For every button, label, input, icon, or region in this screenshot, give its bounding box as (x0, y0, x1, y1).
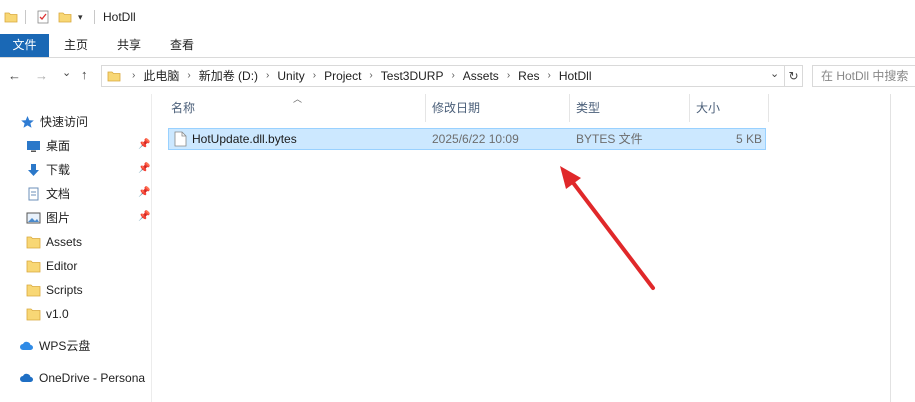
pin-icon: 📌 (138, 187, 151, 198)
column-header-type[interactable]: 类型 (570, 94, 690, 122)
breadcrumb-assets[interactable]: Assets (463, 66, 499, 86)
ribbon-tabs: 文件 主页 共享 查看 (0, 34, 915, 58)
breadcrumb-this-pc[interactable]: 此电脑 (143, 66, 179, 86)
nav-label: 快速访问 (40, 115, 89, 129)
back-button[interactable]: ← (8, 68, 21, 83)
nav-label: Editor (46, 259, 78, 273)
folder-icon (26, 236, 41, 249)
breadcrumb-hotdll[interactable]: HotDll (559, 66, 592, 86)
breadcrumb-separator[interactable]: › (132, 66, 135, 86)
tab-home[interactable]: 主页 (55, 34, 97, 57)
breadcrumb-separator[interactable]: › (266, 66, 269, 86)
refresh-button[interactable]: ↻ (785, 65, 803, 87)
file-list: ︿ 名称 修改日期 类型 大小 HotUpdate.dll.bytes 2025… (153, 94, 890, 402)
breadcrumb-separator[interactable]: › (369, 66, 372, 86)
breadcrumb-project[interactable]: Project (324, 66, 361, 86)
file-size: 5 KB (736, 132, 763, 146)
breadcrumb-separator[interactable]: › (507, 66, 510, 86)
folder-icon (26, 308, 41, 321)
navigation-pane: 快速访问 桌面 📌 下载 📌 文档 📌 图片 📌 Assets Editor S… (0, 94, 152, 402)
forward-button[interactable]: → (35, 68, 48, 83)
breadcrumb-test3durp[interactable]: Test3DURP (381, 66, 444, 86)
up-button[interactable]: ↑ (81, 67, 88, 82)
customize-quick-access-dropdown[interactable]: ▾ (78, 12, 83, 23)
breadcrumb: › 此电脑 › 新加卷 (D:) › Unity › Project › Tes… (124, 66, 592, 86)
nav-label: v1.0 (46, 307, 69, 321)
table-row[interactable]: HotUpdate.dll.bytes 2025/6/22 10:09 BYTE… (168, 128, 766, 150)
star-icon (21, 116, 34, 128)
toolbar-separator (94, 10, 95, 24)
breadcrumb-separator[interactable]: › (313, 66, 316, 86)
address-history-dropdown[interactable]: ⌄ (770, 67, 779, 80)
properties-icon[interactable] (36, 10, 50, 24)
recent-locations-dropdown[interactable]: ⌄ (62, 66, 71, 79)
nav-label: OneDrive - Persona (39, 371, 146, 385)
nav-label: Assets (46, 235, 83, 249)
folder-icon (107, 71, 121, 82)
pin-icon: 📌 (138, 163, 151, 174)
tab-share[interactable]: 共享 (108, 34, 150, 57)
pin-icon: 📌 (138, 139, 151, 150)
file-icon (174, 131, 187, 147)
desktop-icon (27, 141, 40, 152)
column-header-size[interactable]: 大小 (690, 94, 769, 122)
title-bar: ▾ HotDll (0, 0, 915, 34)
column-header-modified[interactable]: 修改日期 (426, 94, 570, 122)
breadcrumb-separator[interactable]: › (187, 66, 190, 86)
folder-icon (26, 260, 41, 273)
download-icon (28, 164, 39, 176)
document-icon (28, 187, 39, 201)
breadcrumb-separator[interactable]: › (548, 66, 551, 86)
pin-icon: 📌 (138, 211, 151, 222)
cloud-icon (20, 341, 33, 350)
nav-label: 下载 (46, 163, 71, 177)
nav-label: 文档 (46, 187, 71, 201)
breadcrumb-res[interactable]: Res (518, 66, 539, 86)
tab-file[interactable]: 文件 (0, 34, 49, 57)
tab-view[interactable]: 查看 (161, 34, 203, 57)
column-header-name[interactable]: 名称 (165, 94, 426, 122)
vertical-scrollbar[interactable] (890, 94, 915, 402)
folder-icon[interactable] (4, 10, 18, 24)
picture-icon (26, 212, 41, 224)
folder-icon (26, 284, 41, 297)
nav-label: 图片 (46, 211, 71, 225)
breadcrumb-unity[interactable]: Unity (277, 66, 304, 86)
file-modified: 2025/6/22 10:09 (432, 132, 519, 146)
search-input[interactable]: 在 HotDll 中搜索 (812, 65, 915, 87)
window-title: HotDll (103, 10, 136, 24)
nav-label: Scripts (46, 283, 83, 297)
file-name: HotUpdate.dll.bytes (192, 132, 297, 146)
nav-label: WPS云盘 (39, 339, 91, 353)
breadcrumb-separator[interactable]: › (451, 66, 454, 86)
toolbar-separator (25, 10, 26, 24)
address-bar[interactable]: › 此电脑 › 新加卷 (D:) › Unity › Project › Tes… (101, 65, 785, 87)
file-type: BYTES 文件 (576, 132, 643, 146)
breadcrumb-drive-d[interactable]: 新加卷 (D:) (199, 66, 258, 86)
onedrive-cloud-icon (20, 373, 33, 382)
new-folder-icon[interactable] (58, 10, 72, 24)
nav-label: 桌面 (46, 139, 71, 153)
